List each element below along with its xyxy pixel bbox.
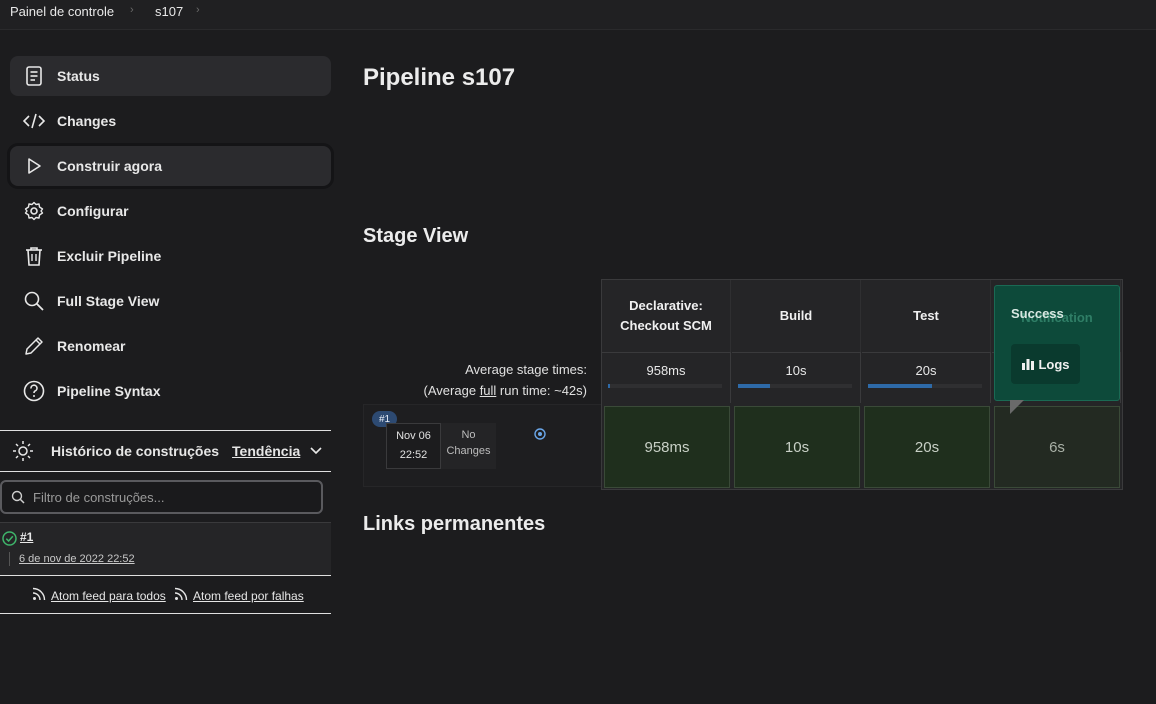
run-date-day: Nov 06 bbox=[396, 430, 431, 442]
stage-cell-test[interactable]: 20s bbox=[864, 406, 990, 488]
build-filter[interactable] bbox=[0, 480, 323, 514]
trash-icon bbox=[23, 245, 45, 267]
avg-bar-track bbox=[608, 384, 722, 388]
code-icon bbox=[23, 110, 45, 132]
chevron-right-icon: › bbox=[196, 4, 200, 16]
sidebar-item-changes[interactable]: Changes bbox=[10, 101, 331, 141]
sidebar-item-label: Status bbox=[57, 68, 100, 84]
stage-cell-build[interactable]: 10s bbox=[734, 406, 860, 488]
stage-name-line2: Checkout SCM bbox=[620, 318, 712, 333]
build-history-row: #1 6 de nov de 2022 22:52 bbox=[0, 522, 331, 576]
stage-header-test: Test bbox=[862, 280, 991, 352]
stage-cell-notification[interactable]: 6s bbox=[994, 406, 1120, 488]
average-run-time-label: (Average full run time: ~42s) bbox=[424, 383, 587, 398]
breadcrumb-job[interactable]: s107 bbox=[155, 4, 183, 19]
avg-run-suffix: run time: ~42s) bbox=[496, 383, 587, 398]
avg-value: 20s bbox=[915, 363, 937, 378]
sidebar-item-rename[interactable]: Renomear bbox=[10, 326, 331, 366]
build-filter-input[interactable] bbox=[31, 488, 311, 506]
help-icon bbox=[23, 380, 45, 402]
stage-name-line1: Declarative: bbox=[629, 298, 703, 313]
sidebar-item-pipeline-syntax[interactable]: Pipeline Syntax bbox=[10, 371, 331, 411]
sidebar-item-status[interactable]: Status bbox=[10, 56, 331, 96]
build-date-link[interactable]: 6 de nov de 2022 22:52 bbox=[19, 553, 135, 565]
avg-run-prefix: (Average bbox=[423, 383, 480, 398]
build-history-title: Histórico de construções bbox=[51, 443, 220, 459]
changes-line2: Changes bbox=[446, 445, 491, 457]
avg-bar-fill bbox=[868, 384, 932, 388]
bar-chart-icon bbox=[1021, 358, 1035, 370]
stage-header-checkout: Declarative: Checkout SCM bbox=[602, 280, 731, 352]
rss-icon bbox=[32, 587, 46, 601]
page-title: Pipeline s107 bbox=[363, 64, 516, 91]
sidebar-item-label: Renomear bbox=[57, 338, 126, 354]
sidebar-item-label: Configurar bbox=[57, 203, 129, 219]
success-check-icon bbox=[2, 531, 17, 546]
sidebar-item-label: Pipeline Syntax bbox=[57, 383, 161, 399]
avg-bar-fill bbox=[738, 384, 770, 388]
changes-line1: No bbox=[461, 429, 476, 441]
search-icon bbox=[11, 490, 25, 504]
sidebar-item-full-stage-view[interactable]: Full Stage View bbox=[10, 281, 331, 321]
sidebar-item-build-now[interactable]: Construir agora bbox=[10, 146, 331, 186]
chevron-down-icon[interactable] bbox=[310, 447, 322, 455]
timeline-divider bbox=[9, 552, 10, 566]
atom-feed-all-link[interactable]: Atom feed para todos bbox=[51, 589, 166, 603]
pencil-icon bbox=[23, 335, 45, 357]
avg-bar-track bbox=[738, 384, 852, 388]
popup-status: Success bbox=[1011, 306, 1064, 321]
avg-bar-fill bbox=[608, 384, 611, 388]
sidebar-item-label: Excluir Pipeline bbox=[57, 248, 162, 264]
popup-pointer bbox=[1010, 400, 1024, 414]
run-status-icon[interactable] bbox=[534, 428, 546, 440]
atom-feed-failures-link[interactable]: Atom feed por falhas bbox=[193, 589, 304, 603]
build-history-icon bbox=[12, 440, 34, 462]
average-stage-times-label: Average stage times: bbox=[465, 362, 587, 377]
sidebar-item-label: Construir agora bbox=[57, 158, 163, 174]
sidebar-item-label: Changes bbox=[57, 113, 117, 129]
avg-cell-checkout: 958ms bbox=[602, 352, 731, 403]
avg-cell-test: 20s bbox=[862, 352, 991, 403]
stage-view-title: Stage View bbox=[363, 225, 469, 247]
trend-link[interactable]: Tendência bbox=[232, 443, 300, 459]
avg-value: 958ms bbox=[646, 363, 686, 378]
stage-header-build: Build bbox=[732, 280, 861, 352]
avg-bar-track bbox=[868, 384, 982, 388]
run-date-time: 22:52 bbox=[399, 449, 428, 461]
avg-cell-build: 10s bbox=[732, 352, 861, 403]
run-date: Nov 06 22:52 bbox=[386, 423, 441, 469]
breadcrumb-dashboard[interactable]: Painel de controle bbox=[10, 4, 114, 19]
atom-feeds: Atom feed para todos Atom feed por falha… bbox=[0, 577, 331, 614]
logs-label: Logs bbox=[1038, 356, 1070, 372]
breadcrumb: Painel de controle › s107 › bbox=[0, 0, 1156, 30]
logs-button[interactable]: Logs bbox=[1011, 344, 1080, 384]
document-icon bbox=[23, 65, 45, 87]
sidebar-item-delete-pipeline[interactable]: Excluir Pipeline bbox=[10, 236, 331, 276]
stage-popup: Notification Success Logs bbox=[994, 285, 1120, 401]
sidebar-item-label: Full Stage View bbox=[57, 293, 160, 309]
search-icon bbox=[23, 290, 45, 312]
avg-value: 10s bbox=[785, 363, 807, 378]
play-icon bbox=[23, 155, 45, 177]
rss-icon bbox=[174, 587, 188, 601]
avg-run-full-link[interactable]: full bbox=[480, 383, 497, 398]
permalinks-title: Links permanentes bbox=[363, 513, 546, 535]
gear-icon bbox=[23, 200, 45, 222]
sidebar-item-configure[interactable]: Configurar bbox=[10, 191, 331, 231]
chevron-right-icon: › bbox=[130, 4, 134, 16]
build-history-header: Histórico de construções Tendência bbox=[0, 430, 331, 472]
run-changes: No Changes bbox=[441, 423, 496, 469]
build-number-link[interactable]: #1 bbox=[20, 530, 33, 544]
stage-cell-checkout[interactable]: 958ms bbox=[604, 406, 730, 488]
